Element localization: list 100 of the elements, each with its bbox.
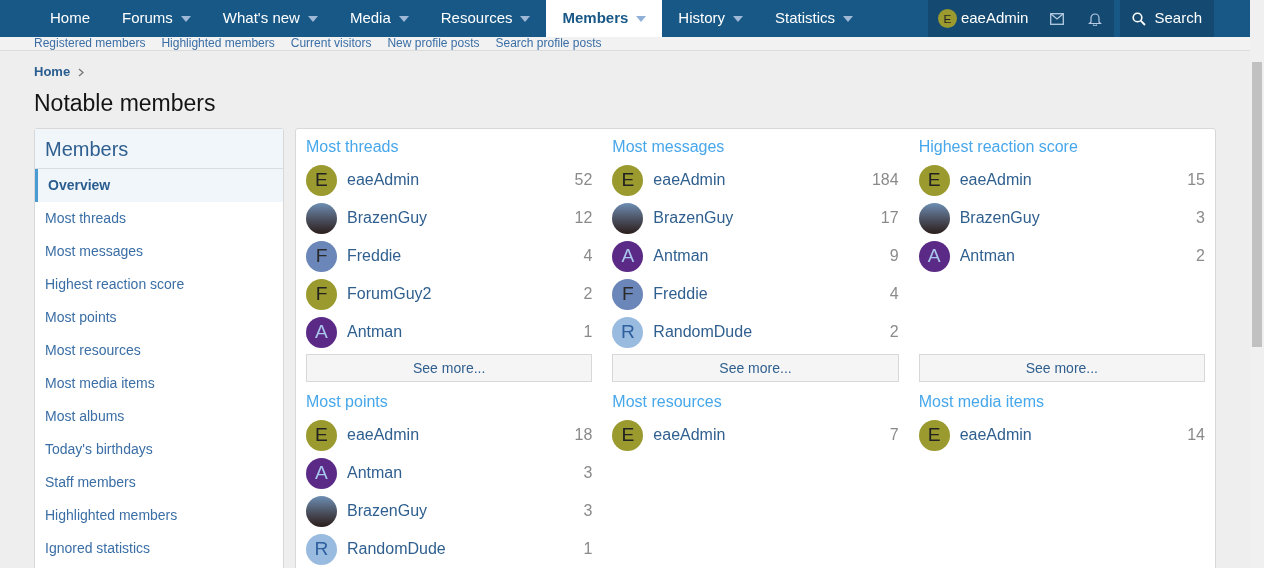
caret-icon bbox=[733, 15, 743, 22]
sidebar-item[interactable]: Overview bbox=[35, 169, 283, 202]
member-name[interactable]: eaeAdmin bbox=[959, 168, 1178, 192]
avatar[interactable]: A bbox=[918, 240, 950, 272]
member-count: 9 bbox=[889, 246, 899, 266]
see-more-button[interactable]: See more... bbox=[612, 354, 899, 382]
avatar-photo-placeholder[interactable] bbox=[306, 202, 337, 234]
member-name[interactable]: Antman bbox=[347, 320, 574, 344]
nav-tab[interactable]: Home bbox=[34, 0, 106, 37]
member-name[interactable]: Antman bbox=[959, 244, 1187, 268]
member-count: 15 bbox=[1187, 170, 1205, 190]
avatar[interactable]: E bbox=[918, 419, 950, 451]
subnav-link[interactable]: New profile posts bbox=[387, 37, 480, 50]
member-name[interactable]: eaeAdmin bbox=[347, 423, 565, 447]
breadcrumb-link[interactable]: Home bbox=[34, 62, 71, 82]
see-more-button[interactable]: See more... bbox=[306, 354, 593, 382]
caret-icon bbox=[307, 15, 318, 22]
nav-tab[interactable]: History bbox=[662, 0, 759, 37]
subnav-link[interactable]: Current visitors bbox=[290, 37, 372, 50]
member-count: 17 bbox=[880, 208, 899, 228]
avatar-photo-placeholder[interactable] bbox=[918, 202, 950, 234]
sidebar-item[interactable]: Most threads bbox=[35, 202, 283, 235]
sidebar-item[interactable]: Most messages bbox=[35, 235, 283, 268]
member-name[interactable]: BrazenGuy bbox=[959, 206, 1187, 230]
sidebar-item[interactable]: Today's birthdays bbox=[35, 433, 283, 466]
member-name[interactable]: eaeAdmin bbox=[347, 168, 565, 192]
sidebar-title: Members bbox=[35, 129, 283, 169]
member-name[interactable]: Freddie bbox=[653, 282, 880, 306]
member-name[interactable]: BrazenGuy bbox=[347, 206, 565, 230]
nav-tab[interactable]: Statistics bbox=[759, 0, 870, 37]
member-count: 1 bbox=[583, 539, 593, 559]
member-count: 14 bbox=[1187, 425, 1205, 445]
member-count: 4 bbox=[889, 284, 899, 304]
avatar-photo-placeholder[interactable] bbox=[612, 202, 644, 234]
avatar[interactable]: E bbox=[918, 164, 950, 196]
avatar[interactable]: F bbox=[306, 240, 337, 272]
subnav-link[interactable]: Highlighted members bbox=[161, 37, 275, 50]
member-name[interactable]: Antman bbox=[347, 461, 574, 485]
member-name[interactable]: Freddie bbox=[347, 244, 574, 268]
search-button[interactable]: Search bbox=[1120, 0, 1214, 37]
avatar[interactable]: R bbox=[612, 316, 644, 348]
member-count: 184 bbox=[871, 170, 899, 190]
avatar[interactable]: A bbox=[612, 240, 644, 272]
caret-icon bbox=[520, 15, 531, 22]
member-name[interactable]: RandomDude bbox=[653, 320, 880, 344]
avatar[interactable]: F bbox=[612, 278, 644, 310]
member-count: 7 bbox=[889, 425, 899, 445]
user-menu-button[interactable]: E eaeAdmin bbox=[927, 0, 1039, 37]
avatar[interactable]: E bbox=[612, 419, 644, 451]
member-count: 52 bbox=[574, 170, 593, 190]
member-count: 4 bbox=[583, 246, 593, 266]
member-count: 2 bbox=[1196, 246, 1205, 266]
nav-tab[interactable]: Media bbox=[333, 0, 425, 37]
subnav-link[interactable]: Search profile posts bbox=[495, 37, 602, 50]
nav-tab[interactable]: Members bbox=[546, 0, 663, 37]
sidebar-item[interactable]: Highlighted members bbox=[35, 499, 283, 532]
chevron-right-icon bbox=[78, 67, 85, 77]
sidebar-item[interactable]: Ignored statistics bbox=[35, 532, 283, 565]
sidebar-item[interactable]: Highest reaction score bbox=[35, 268, 283, 301]
member-name[interactable]: ForumGuy2 bbox=[347, 282, 574, 306]
avatar[interactable]: E bbox=[612, 164, 644, 196]
member-count: 1 bbox=[583, 322, 593, 342]
sidebar-item[interactable]: Most albums bbox=[35, 400, 283, 433]
subnav-link[interactable]: Registered members bbox=[34, 37, 146, 50]
avatar[interactable]: A bbox=[306, 457, 337, 489]
member-name[interactable]: eaeAdmin bbox=[653, 168, 862, 192]
sidebar-item[interactable]: Most resources bbox=[35, 334, 283, 367]
search-icon bbox=[1132, 11, 1147, 26]
caret-icon bbox=[180, 15, 191, 22]
nav-tab[interactable]: Resources bbox=[424, 0, 547, 37]
avatar[interactable]: E bbox=[306, 164, 337, 196]
member-count: 12 bbox=[574, 208, 593, 228]
member-name[interactable]: BrazenGuy bbox=[653, 206, 871, 230]
avatar[interactable]: E bbox=[306, 419, 337, 451]
member-name[interactable]: Antman bbox=[653, 244, 880, 268]
caret-icon bbox=[843, 15, 854, 22]
member-name[interactable]: eaeAdmin bbox=[653, 423, 880, 447]
caret-icon bbox=[636, 15, 647, 22]
avatar[interactable]: E bbox=[937, 9, 957, 28]
scrollbar-thumb[interactable] bbox=[1252, 62, 1262, 347]
member-count: 2 bbox=[889, 322, 899, 342]
see-more-button[interactable]: See more... bbox=[918, 354, 1205, 382]
member-count: 18 bbox=[574, 425, 593, 445]
member-count: 3 bbox=[1196, 208, 1205, 228]
sidebar-item[interactable]: Staff members bbox=[35, 466, 283, 499]
avatar[interactable]: F bbox=[306, 278, 337, 310]
avatar-photo-placeholder[interactable] bbox=[306, 495, 337, 527]
sidebar-item[interactable]: Most points bbox=[35, 301, 283, 334]
nav-tab[interactable]: What's new bbox=[206, 0, 334, 37]
member-count: 2 bbox=[583, 284, 593, 304]
caret-icon bbox=[398, 15, 409, 22]
nav-tab[interactable]: Forums bbox=[106, 0, 207, 37]
avatar[interactable]: A bbox=[306, 316, 337, 348]
member-name[interactable]: RandomDude bbox=[347, 537, 574, 561]
member-count: 3 bbox=[583, 463, 593, 483]
page-title: Notable members bbox=[34, 89, 217, 118]
member-name[interactable]: eaeAdmin bbox=[959, 423, 1178, 447]
member-name[interactable]: BrazenGuy bbox=[347, 499, 574, 523]
avatar[interactable]: R bbox=[306, 533, 337, 565]
sidebar-item[interactable]: Most media items bbox=[35, 367, 283, 400]
